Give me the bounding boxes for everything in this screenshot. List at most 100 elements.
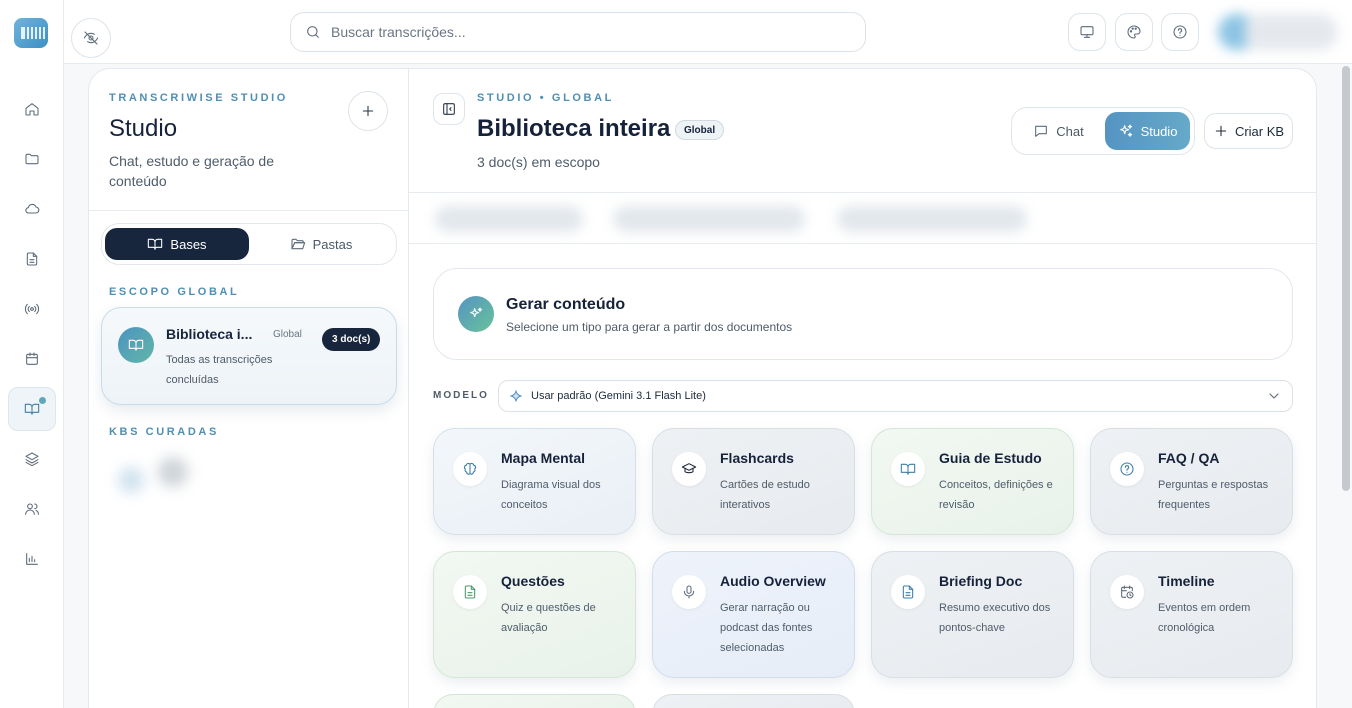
scope-count: 3 doc(s) em escopo [477,154,600,170]
card-title: Briefing Doc [939,573,1023,589]
sparkles-icon [470,307,483,318]
card-partial[interactable] [433,694,636,708]
help-button[interactable] [1161,13,1199,51]
bar-chart-icon [26,553,38,565]
search-bar[interactable] [290,12,866,52]
notification-dot [39,397,46,404]
home-icon [25,103,39,116]
broadcast-nav-item[interactable] [8,287,56,331]
card-partial[interactable] [652,694,855,708]
tab-bases-label: Bases [170,236,207,252]
document-icon-badge [891,575,925,609]
card-title: Mapa Mental [501,450,586,466]
filter-divider [409,243,1316,244]
brain-icon-badge [453,452,487,486]
file-text-icon [26,252,38,266]
card-title: Audio Overview [720,573,826,589]
main-eyebrow: STUDIO • GLOBAL [477,92,614,104]
add-kb-button[interactable] [348,91,388,131]
studio-toggle-button[interactable]: Studio [1105,112,1190,150]
book-icon-badge [891,452,925,486]
search-icon [307,26,319,38]
panel-subtitle: Chat, estudo e geração de conteúdo [109,153,275,189]
analytics-nav-item[interactable] [8,537,56,581]
page-scrollbar[interactable] [1340,64,1352,708]
tab-pastas[interactable]: Pastas [249,228,393,260]
create-kb-label: Criar KB [1234,123,1285,139]
kb-avatar [118,327,154,363]
card-title: FAQ / QA [1158,450,1220,466]
help-circle-icon [1173,25,1187,39]
folder-open-icon [291,238,305,250]
chat-toggle-button[interactable]: Chat [1016,112,1101,150]
blurred-filter-chip[interactable] [613,206,805,232]
brain-icon [463,462,477,475]
message-square-icon [1035,125,1048,137]
radio-signal-icon [24,303,40,315]
tab-bases[interactable]: Bases [105,228,249,260]
chevron-down-icon [1269,393,1279,399]
help-circle-icon-badge [1110,452,1144,486]
card-faq-qa[interactable]: FAQ / QA Perguntas e respostas frequente… [1090,428,1293,535]
layers-nav-item[interactable] [8,437,56,481]
blurred-filter-chip[interactable] [435,206,583,232]
panel-title: Studio [109,115,178,142]
display-mode-button[interactable] [1068,13,1106,51]
theme-button[interactable] [1115,13,1153,51]
model-label: MODELO [433,390,489,401]
card-flashcards[interactable]: Flashcards Cartões de estudo interativos [652,428,855,535]
generate-title: Gerar conteúdo [506,296,626,313]
generate-content-box: Gerar conteúdo Selecione um tipo para ge… [433,268,1293,360]
plus-icon [1215,125,1227,137]
users-nav-item[interactable] [8,487,56,531]
card-description: Gerar narração ou podcast das fontes sel… [720,602,813,654]
app-logo[interactable] [14,18,48,48]
sparkles-icon [1119,124,1132,137]
calendar-clock-icon-badge [1110,575,1144,609]
graduation-cap-icon-badge [672,452,706,486]
card-audio-overview[interactable]: Audio Overview Gerar narração ou podcast… [652,551,855,678]
card-title: Timeline [1158,573,1215,589]
card-mapa-mental[interactable]: Mapa Mental Diagrama visual dos conceito… [433,428,636,535]
scope-chip: Global [675,120,725,140]
card-briefing-doc[interactable]: Briefing Doc Resumo executivo dos pontos… [871,551,1074,678]
studio-nav-item[interactable] [8,387,56,431]
user-menu[interactable] [1218,14,1338,50]
calendar-icon [26,352,38,365]
documents-nav-item[interactable] [8,237,56,281]
card-guia-de-estudo[interactable]: Guia de Estudo Conceitos, definições e r… [871,428,1074,535]
card-title: Questões [501,573,565,589]
panel-left-close-icon [443,103,455,115]
collapse-panel-button[interactable] [433,93,465,125]
global-scope-label: ESCOPO GLOBAL [109,286,240,298]
card-title: Flashcards [720,450,794,466]
gemini-sparkle-icon [510,390,522,402]
create-kb-button[interactable]: Criar KB [1204,113,1293,149]
header-divider [409,192,1316,193]
model-select[interactable]: Usar padrão (Gemini 3.1 Flash Lite) [498,380,1293,412]
card-description: Cartões de estudo interativos [720,479,810,511]
kb-doc-count-badge: 3 doc(s) [322,328,381,351]
card-questoes[interactable]: Questões Quiz e questões de avaliação [433,551,636,678]
studio-main: STUDIO • GLOBAL Biblioteca inteira Globa… [409,68,1317,708]
home-nav-item[interactable] [8,87,56,131]
cloud-nav-item[interactable] [8,187,56,231]
generate-icon-badge [458,296,494,332]
search-input[interactable] [331,24,831,40]
blurred-filter-chip[interactable] [837,206,1027,232]
folders-nav-item[interactable] [8,137,56,181]
panel-eyebrow: TRANSCRIWISE STUDIO [109,92,288,104]
scrollbar-thumb[interactable] [1342,66,1350,491]
kb-card-global[interactable]: Biblioteca i... Global 3 doc(s) Todas as… [101,307,397,405]
generate-subtitle: Selecione um tipo para gerar a partir do… [506,320,793,334]
chat-studio-toggle: Chat Studio [1011,107,1195,155]
curated-kb-item[interactable] [111,454,201,498]
help-circle-icon [1120,462,1134,476]
hide-toggle-button[interactable] [71,18,111,58]
users-icon [25,503,39,515]
microphone-icon-badge [672,575,706,609]
card-timeline[interactable]: Timeline Eventos em ordem cronológica [1090,551,1293,678]
panel-divider [89,210,408,211]
calendar-nav-item[interactable] [8,337,56,381]
kb-tag: Global [273,329,302,340]
